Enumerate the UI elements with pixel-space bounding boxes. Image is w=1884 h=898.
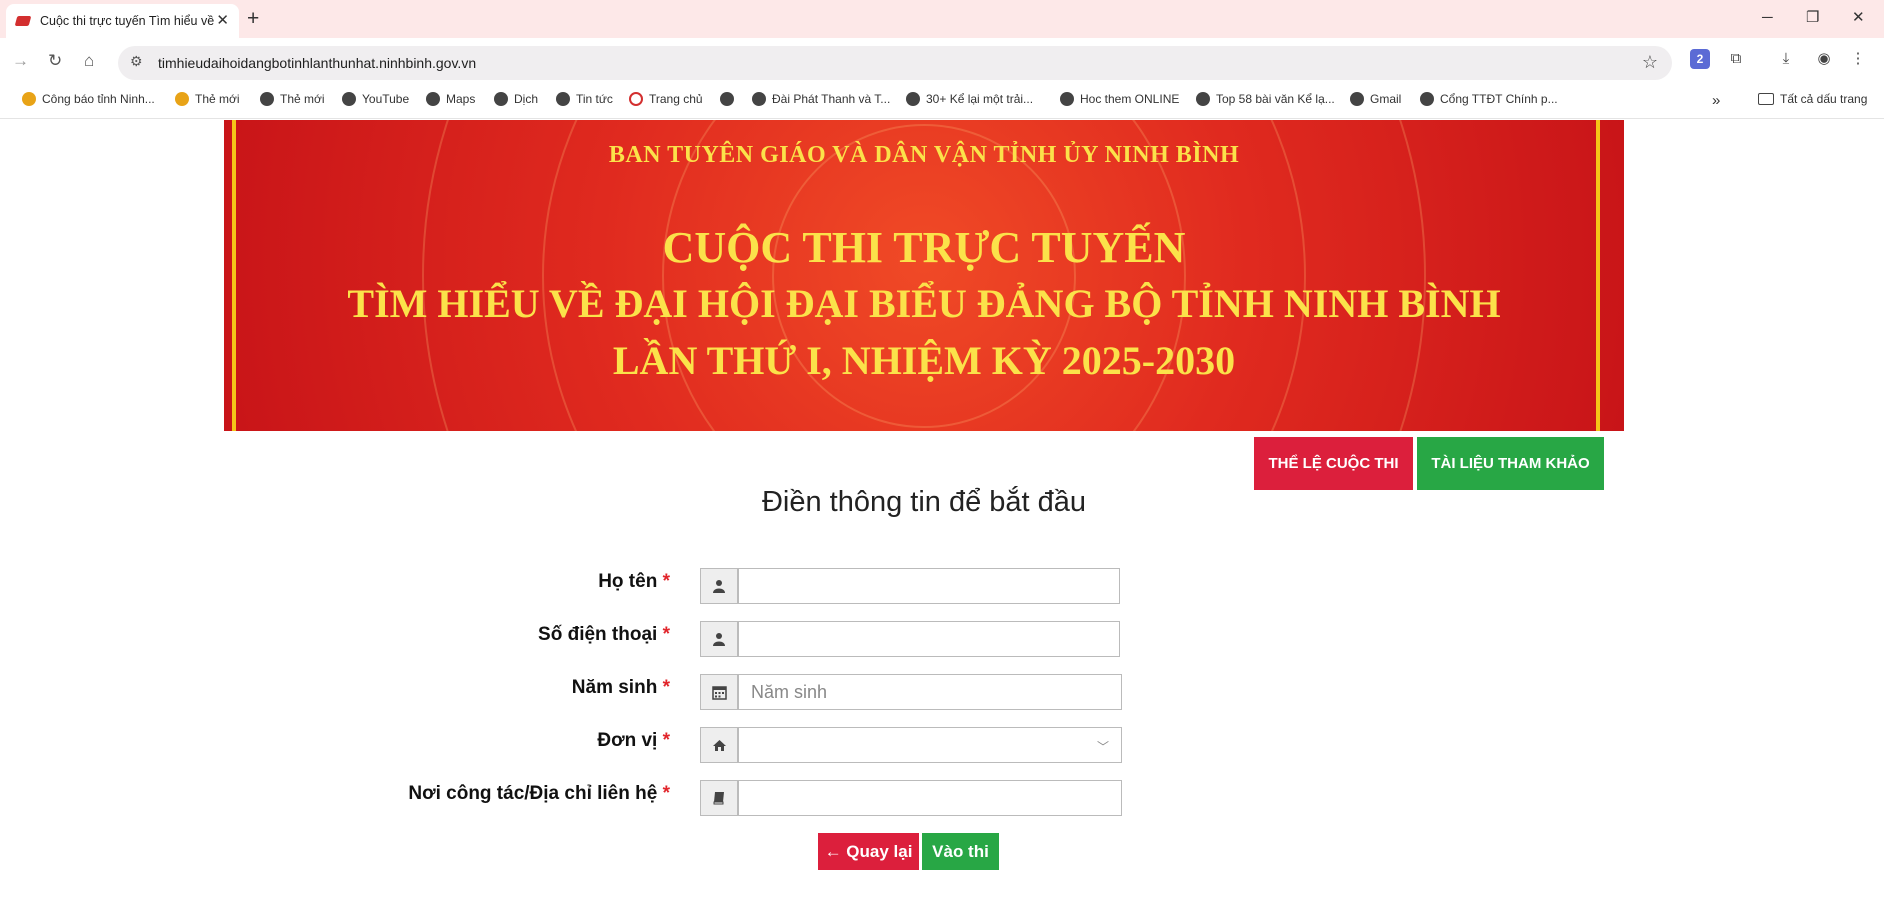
site-favicon-icon [14, 16, 32, 26]
globe-icon [752, 92, 766, 106]
download-icon[interactable]: ⤓ [1776, 49, 1796, 69]
globe-icon [906, 92, 920, 106]
globe-icon [1196, 92, 1210, 106]
required-mark: * [662, 677, 670, 698]
globe-icon [260, 92, 274, 106]
bookmark-item[interactable]: Gmail [1350, 92, 1401, 106]
arrow-left-icon: ← [824, 841, 842, 861]
bookmark-item[interactable]: Thẻ mới [175, 92, 240, 106]
required-mark: * [662, 730, 670, 751]
restore-icon[interactable]: ❐ [1806, 7, 1819, 29]
bookmarks-bar: Công báo tỉnh Ninh... Thẻ mới Thẻ mới Yo… [0, 86, 1884, 119]
user-icon [700, 621, 738, 657]
bookmark-star-icon[interactable]: ☆ [1642, 52, 1658, 73]
unit-label: Đơn vị * [597, 730, 670, 751]
tab-close-icon[interactable]: ✕ [216, 12, 229, 30]
bookmark-item[interactable]: Cổng TTĐT Chính p... [1420, 92, 1558, 106]
banner-subtitle-line2: LẦN THỨ I, NHIỆM KỲ 2025-2030 [612, 338, 1236, 383]
home-nav-icon[interactable]: ⌂ [84, 50, 94, 72]
required-mark: * [662, 783, 670, 804]
ring-icon [629, 92, 643, 106]
birth-year-label: Năm sinh * [571, 677, 670, 698]
window-close-icon[interactable]: ✕ [1852, 7, 1865, 29]
chevron-down-icon: ﹀ [1096, 740, 1109, 754]
book-icon [700, 780, 738, 816]
bookmark-item[interactable]: Top 58 bài văn Kể lạ... [1196, 92, 1335, 106]
bookmark-item[interactable]: 30+ Kể lại một trải... [906, 92, 1033, 106]
full-name-input[interactable] [738, 568, 1120, 604]
globe-icon [1350, 92, 1364, 106]
unit-select[interactable]: ﹀ [738, 727, 1122, 763]
user-icon [700, 568, 738, 604]
bookmark-item[interactable]: Đài Phát Thanh và T... [752, 92, 890, 106]
start-exam-button[interactable]: Vào thi [922, 833, 999, 870]
birth-year-input[interactable] [738, 674, 1122, 710]
bookmark-item[interactable]: Dịch [494, 92, 538, 106]
globe-icon [342, 92, 356, 106]
bookmark-item[interactable] [720, 92, 740, 106]
minimize-icon[interactable]: ─ [1762, 7, 1773, 29]
bookmark-item[interactable]: Công báo tỉnh Ninh... [22, 92, 155, 106]
home-icon [700, 727, 738, 763]
bookmark-item[interactable]: Maps [426, 92, 475, 106]
forward-icon[interactable]: → [12, 50, 29, 72]
globe-icon [556, 92, 570, 106]
back-button[interactable]: ← Quay lại [818, 833, 919, 870]
bookmark-item[interactable]: Thẻ mới [260, 92, 325, 106]
star-badge-icon [175, 92, 189, 106]
menu-kebab-icon[interactable]: ⋮ [1848, 49, 1868, 69]
folder-icon [1758, 93, 1774, 105]
tab-title: Cuộc thi trực tuyến Tìm hiểu về [40, 14, 215, 28]
calendar-icon [700, 674, 738, 710]
address-bar[interactable]: ⚙ timhieudaihoidangbotinhlanthunhat.ninh… [118, 46, 1672, 80]
back-button-label: Quay lại [846, 841, 913, 861]
star-badge-icon [22, 92, 36, 106]
reference-docs-button[interactable]: TÀI LIỆU THAM KHẢO [1417, 437, 1604, 490]
banner-subtitle-line1: TÌM HIỂU VỀ ĐẠI HỘI ĐẠI BIỂU ĐẢNG BỘ TỈN… [347, 281, 1501, 326]
bookmark-item[interactable]: Tin tức [556, 92, 613, 106]
bookmark-item[interactable]: YouTube [342, 92, 409, 106]
globe-icon [426, 92, 440, 106]
contest-banner: BAN TUYÊN GIÁO VÀ DÂN VẬN TỈNH ỦY NINH B… [224, 120, 1624, 431]
browser-tab-strip: Cuộc thi trực tuyến Tìm hiểu về ✕ + ─ ❐ … [0, 0, 1884, 38]
profile-avatar-icon[interactable]: ◉ [1814, 49, 1834, 69]
site-info-icon[interactable]: ⚙ [130, 53, 143, 70]
contest-rules-button[interactable]: THỂ LỆ CUỘC THI [1254, 437, 1413, 490]
required-mark: * [662, 571, 670, 592]
globe-icon [720, 92, 734, 106]
extension-icon[interactable]: 2 [1690, 49, 1710, 69]
bookmark-item[interactable]: Trang chủ [629, 92, 703, 106]
globe-icon [494, 92, 508, 106]
required-mark: * [662, 624, 670, 645]
globe-icon [1060, 92, 1074, 106]
bookmarks-overflow-button[interactable]: » [1712, 92, 1720, 109]
url-text[interactable]: timhieudaihoidangbotinhlanthunhat.ninhbi… [158, 55, 476, 71]
name-label: Họ tên * [598, 571, 670, 592]
reload-icon[interactable]: ↻ [48, 50, 62, 72]
banner-org-title: BAN TUYÊN GIÁO VÀ DÂN VẬN TỈNH ỦY NINH B… [608, 142, 1240, 168]
phone-input[interactable] [738, 621, 1120, 657]
form-heading: Điền thông tin để bắt đầu [761, 486, 1087, 518]
browser-tab[interactable]: Cuộc thi trực tuyến Tìm hiểu về ✕ [6, 4, 239, 38]
phone-label: Số điện thoại * [538, 624, 670, 645]
address-label: Nơi công tác/Địa chỉ liên hệ * [408, 783, 670, 804]
banner-contest-title: CUỘC THI TRỰC TUYẾN [662, 223, 1186, 272]
new-tab-button[interactable]: + [247, 7, 259, 31]
all-bookmarks-button[interactable]: Tất cả dấu trang [1758, 92, 1867, 106]
extensions-puzzle-icon[interactable]: ⧉ [1726, 49, 1746, 69]
address-input[interactable] [738, 780, 1122, 816]
globe-icon [1420, 92, 1434, 106]
bookmark-item[interactable]: Hoc them ONLINE [1060, 92, 1179, 106]
